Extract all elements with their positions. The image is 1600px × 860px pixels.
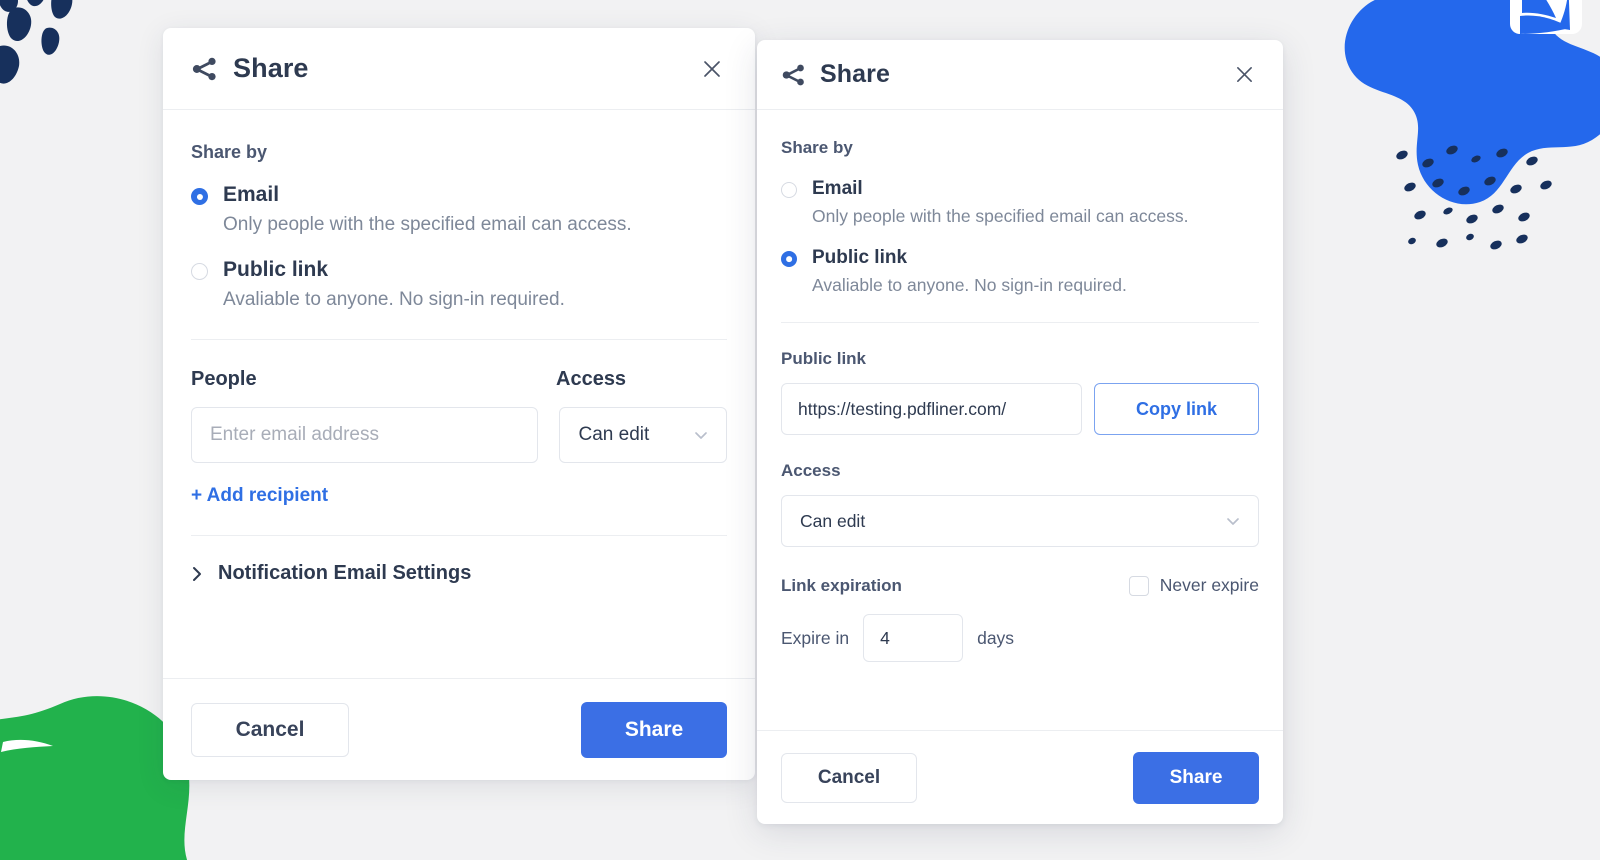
chevron-right-icon (193, 566, 201, 581)
radio-option-email[interactable]: Email Only people with the specified ema… (191, 183, 727, 236)
access-select[interactable]: Can edit (558, 407, 727, 463)
radio-option-public-link[interactable]: Public link Avaliable to anyone. No sign… (781, 247, 1259, 296)
dialog-header-public: Share (757, 40, 1283, 110)
notification-email-settings-label: Notification Email Settings (218, 562, 472, 584)
blue-blob-shape (1344, 0, 1600, 205)
radio-label-public-link: Public link (812, 247, 908, 268)
share-button[interactable]: Share (581, 701, 727, 758)
access-column-header: Access (556, 368, 627, 390)
radio-option-public-link[interactable]: Public link Avaliable to anyone. No sign… (191, 258, 727, 311)
radio-desc-email: Only people with the specified email can… (223, 214, 632, 235)
radio-label-public-link: Public link (223, 258, 329, 281)
page-canvas: Share Share by Email Only people with th… (0, 0, 1600, 860)
expire-days-input[interactable] (863, 614, 964, 662)
dialog-footer-public: Cancel Share (757, 730, 1283, 824)
dialog-body-public: Share by Email Only people with the spec… (757, 110, 1283, 730)
radio-desc-public-link: Avaliable to anyone. No sign-in required… (223, 289, 565, 310)
radio-indicator-email (781, 182, 797, 198)
navy-speckles (1396, 145, 1552, 250)
radio-indicator-email (191, 188, 208, 205)
divider (191, 339, 727, 340)
radio-desc-email: Only people with the specified email can… (812, 206, 1189, 226)
radio-indicator-public-link (781, 251, 797, 267)
copy-link-button[interactable]: Copy link (1094, 383, 1259, 435)
dialog-title: Share (233, 53, 309, 83)
dialog-body: Share by Email Only people with the spec… (163, 110, 755, 678)
share-by-radio-group: Email Only people with the specified ema… (191, 183, 727, 311)
public-link-row: Copy link (781, 383, 1259, 435)
dialog-title-public: Share (820, 60, 890, 88)
cancel-button[interactable]: Cancel (191, 702, 349, 757)
navy-dots-cluster (0, 0, 73, 84)
access-select-public[interactable]: Can edit (781, 495, 1259, 547)
email-address-input[interactable] (191, 407, 538, 463)
public-link-input[interactable] (781, 383, 1082, 435)
expire-in-row: Expire in days (781, 614, 1259, 662)
dialog-header: Share (163, 28, 755, 110)
expire-in-suffix: days (977, 627, 1015, 648)
people-column-header: People (191, 368, 257, 390)
link-expiration-label: Link expiration (781, 575, 902, 595)
chevron-down-icon (1227, 518, 1239, 525)
close-icon[interactable] (697, 54, 727, 84)
share-dialog-public-link: Share Share by Email Only people with th… (757, 40, 1283, 824)
share-by-radio-group-public: Email Only people with the specified ema… (781, 178, 1259, 296)
radio-indicator-public-link (191, 263, 208, 280)
radio-label-email: Email (223, 183, 280, 206)
never-expire-label: Never expire (1159, 575, 1259, 595)
access-select-value: Can edit (578, 424, 650, 445)
dialog-footer: Cancel Share (163, 678, 755, 780)
radio-option-email[interactable]: Email Only people with the specified ema… (781, 178, 1259, 227)
recipient-row: Can edit (191, 407, 727, 463)
share-dialog-email: Share Share by Email Only people with th… (163, 28, 755, 780)
access-label-public: Access (781, 461, 841, 480)
people-access-headers: People Access (191, 368, 727, 391)
share-nodes-icon (192, 57, 216, 80)
cancel-button[interactable]: Cancel (781, 752, 917, 803)
share-by-label: Share by (191, 142, 268, 162)
radio-desc-public-link: Avaliable to anyone. No sign-in required… (812, 275, 1127, 295)
share-by-label-public: Share by (781, 138, 853, 157)
close-x-glyph (1236, 67, 1252, 82)
never-expire-checkbox[interactable] (1128, 575, 1149, 596)
share-button[interactable]: Share (1133, 751, 1259, 804)
public-link-label: Public link (781, 349, 867, 368)
add-recipient-button[interactable]: + Add recipient (191, 485, 328, 507)
chevron-down-icon (695, 432, 707, 439)
share-nodes-icon (782, 64, 804, 85)
notification-email-settings-toggle[interactable]: Notification Email Settings (191, 562, 727, 585)
close-icon[interactable] (1229, 60, 1259, 90)
divider-2 (191, 535, 727, 536)
close-x-glyph (704, 60, 720, 77)
expire-in-prefix: Expire in (781, 627, 850, 648)
never-expire-checkbox-row[interactable]: Never expire (1128, 575, 1259, 596)
access-select-public-value: Can edit (800, 510, 866, 531)
divider-public (781, 322, 1259, 323)
link-expiration-header: Link expiration Never expire (781, 575, 1259, 596)
radio-label-email: Email (812, 178, 863, 199)
